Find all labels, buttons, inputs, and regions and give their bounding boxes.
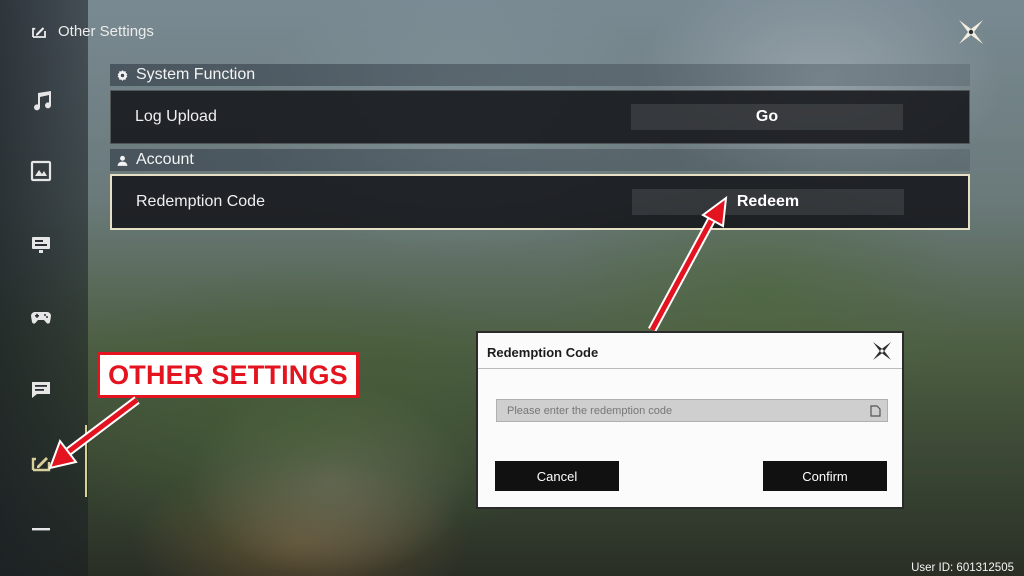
redemption-code-field[interactable]	[496, 399, 888, 422]
sidebar	[0, 0, 88, 576]
sidebar-item-graphics[interactable]	[24, 154, 58, 188]
sidebar-item-controls[interactable]	[24, 300, 58, 334]
close-icon[interactable]	[955, 16, 987, 48]
redeem-button[interactable]: Redeem	[632, 189, 904, 215]
dialog-title: Redemption Code	[487, 345, 599, 360]
gear-icon	[117, 69, 128, 81]
sidebar-item-chat[interactable]	[24, 372, 58, 406]
redemption-dialog: Redemption Code Cancel Confirm	[476, 331, 904, 509]
section-title: Account	[136, 151, 194, 168]
confirm-button[interactable]: Confirm	[763, 461, 887, 491]
music-icon	[34, 91, 52, 111]
sidebar-item-other-settings[interactable]	[24, 445, 58, 479]
section-header-system-function: System Function	[110, 64, 970, 86]
other-settings-icon	[31, 457, 51, 472]
go-button[interactable]: Go	[631, 104, 903, 130]
sidebar-item-display[interactable]	[24, 228, 58, 262]
row-label: Redemption Code	[136, 193, 265, 210]
page-title: Other Settings	[30, 22, 154, 40]
close-icon[interactable]	[870, 339, 894, 363]
monitor-icon	[32, 237, 50, 253]
user-id: User ID: 601312505	[911, 562, 1014, 574]
paste-icon[interactable]	[870, 405, 881, 417]
sidebar-item-audio[interactable]	[24, 84, 58, 118]
person-icon	[117, 155, 128, 166]
divider	[478, 368, 902, 369]
settings-row-log-upload: Log Upload Go	[110, 90, 970, 144]
section-header-account: Account	[110, 149, 970, 171]
section-title: System Function	[136, 66, 256, 83]
active-indicator	[85, 425, 87, 497]
sidebar-item-more[interactable]	[24, 512, 58, 546]
cancel-button[interactable]: Cancel	[495, 461, 619, 491]
gamepad-icon	[31, 312, 51, 324]
page-title-text: Other Settings	[58, 22, 154, 40]
redemption-code-input[interactable]	[505, 403, 849, 418]
other-settings-icon	[32, 27, 46, 38]
more-icon	[32, 528, 50, 531]
settings-row-redemption-code: Redemption Code Redeem	[110, 174, 970, 230]
row-label: Log Upload	[135, 108, 217, 125]
chat-icon	[32, 382, 50, 398]
display-icon	[30, 160, 52, 182]
annotation-label: OTHER SETTINGS	[97, 352, 359, 398]
